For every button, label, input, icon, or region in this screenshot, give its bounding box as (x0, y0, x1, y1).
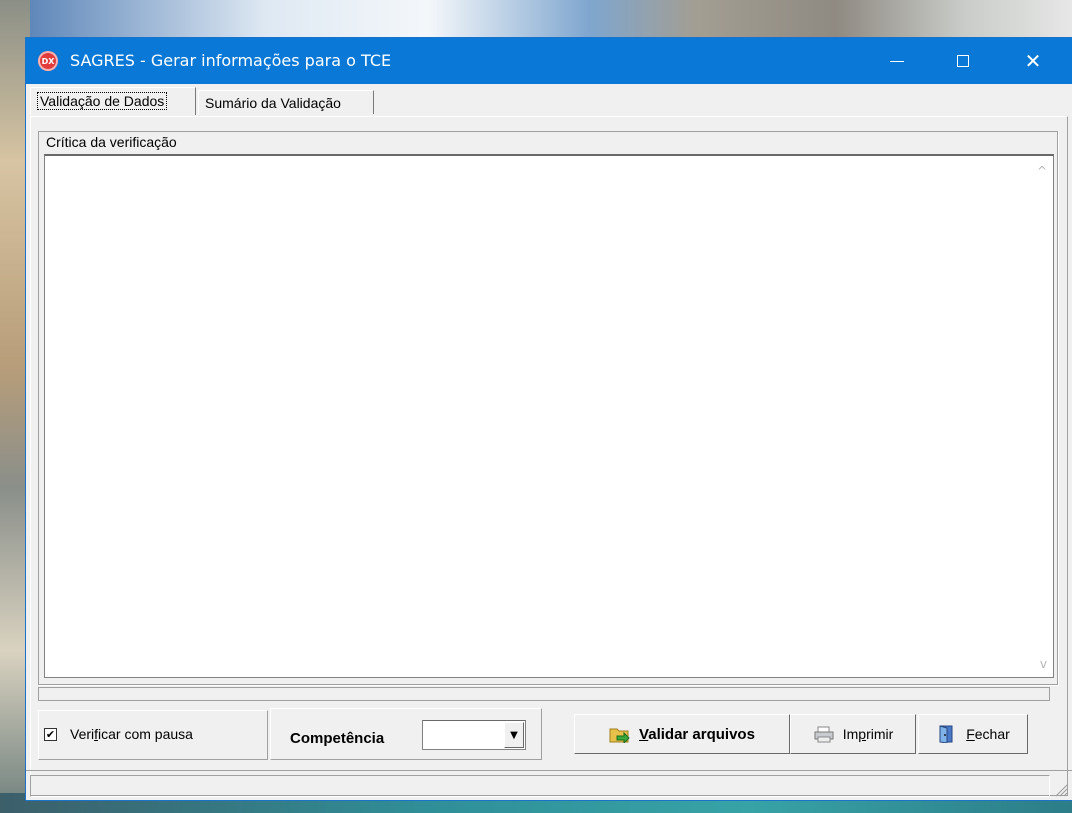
window-title: SAGRES - Gerar informações para o TCE (70, 51, 392, 70)
scroll-down-icon[interactable]: v (1040, 657, 1047, 671)
printer-icon (814, 726, 834, 743)
resize-grip-icon[interactable] (1052, 781, 1068, 797)
label-part: Im (842, 726, 859, 742)
label-part: rimir (866, 726, 894, 742)
maximize-icon (957, 55, 969, 67)
label-accel: V (639, 725, 649, 743)
tab-sumario-da-validacao[interactable]: Sumário da Validação (198, 90, 374, 114)
status-bar (26, 770, 1072, 801)
button-label: Imprimir (843, 726, 894, 742)
label-accel: F (966, 726, 975, 742)
close-button[interactable]: ✕ (1010, 38, 1056, 84)
app-window: DX SAGRES - Gerar informações para o TCE… (26, 38, 1072, 800)
verification-memo[interactable]: ^ v (44, 154, 1054, 678)
label-part: alidar arquivos (648, 725, 755, 743)
tab-validacao-de-dados[interactable]: Validação de Dados (30, 87, 196, 115)
verificar-com-pausa-label[interactable]: Verificar com pausa (70, 726, 193, 742)
maximize-button[interactable] (940, 38, 986, 84)
group-label: Crítica da verificação (46, 134, 177, 150)
competencia-label: Competência (290, 730, 385, 747)
label-part: icar com pausa (98, 726, 193, 742)
tab-label: Sumário da Validação (205, 95, 341, 111)
progress-bar (38, 687, 1050, 701)
minimize-button[interactable] (874, 38, 920, 84)
verificar-com-pausa-checkbox[interactable]: ✔ (44, 728, 57, 741)
title-bar[interactable]: DX SAGRES - Gerar informações para o TCE… (26, 38, 1072, 84)
close-icon: ✕ (1024, 49, 1042, 73)
door-icon (939, 725, 953, 743)
app-icon: DX (38, 51, 58, 71)
scroll-up-icon[interactable]: ^ (1037, 164, 1047, 178)
label-part: echar (974, 726, 1010, 742)
minimize-icon (890, 60, 904, 62)
status-panel (30, 775, 1050, 797)
validar-arquivos-button[interactable]: Validar arquivos (574, 714, 790, 754)
fechar-button[interactable]: Fechar (918, 714, 1028, 754)
label-accel: p (858, 726, 867, 742)
button-label: Fechar (966, 726, 1010, 742)
tab-label: Validação de Dados (37, 92, 168, 110)
label-part: Veri (70, 726, 95, 742)
button-label: Validar arquivos (639, 726, 755, 743)
competencia-select[interactable]: ▼ (422, 720, 526, 750)
folder-arrow-icon (609, 728, 630, 743)
chevron-down-icon[interactable]: ▼ (504, 722, 524, 748)
imprimir-button[interactable]: Imprimir (790, 714, 916, 754)
